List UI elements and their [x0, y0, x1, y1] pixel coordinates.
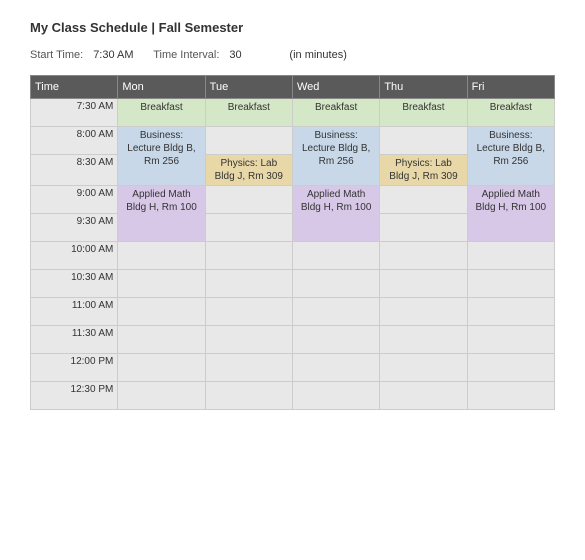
table-cell	[380, 382, 467, 410]
table-row: 7:30 AMBreakfastBreakfastBreakfastBreakf…	[31, 99, 555, 127]
table-cell	[205, 242, 292, 270]
table-cell: Business: Lecture Bldg B, Rm 256	[292, 127, 379, 186]
time-cell: 10:00 AM	[31, 242, 118, 270]
table-cell	[467, 270, 554, 298]
page-title: My Class Schedule | Fall Semester	[30, 20, 555, 35]
time-cell: 11:00 AM	[31, 298, 118, 326]
table-cell	[380, 186, 467, 214]
time-cell: 8:00 AM	[31, 127, 118, 155]
start-time-label: Start Time:	[30, 49, 83, 61]
header-fri: Fri	[467, 76, 554, 99]
time-cell: 12:30 PM	[31, 382, 118, 410]
table-cell	[380, 326, 467, 354]
table-cell	[467, 326, 554, 354]
table-cell	[292, 270, 379, 298]
time-cell: 8:30 AM	[31, 155, 118, 186]
table-cell	[118, 326, 205, 354]
table-row: 12:00 PM	[31, 354, 555, 382]
header-tue: Tue	[205, 76, 292, 99]
table-row: 12:30 PM	[31, 382, 555, 410]
table-cell: Breakfast	[118, 99, 205, 127]
table-cell	[292, 242, 379, 270]
table-cell	[118, 270, 205, 298]
table-cell	[205, 186, 292, 214]
time-cell: 9:00 AM	[31, 186, 118, 214]
table-cell: Breakfast	[467, 99, 554, 127]
table-cell	[380, 298, 467, 326]
table-cell	[205, 270, 292, 298]
table-cell	[118, 298, 205, 326]
table-cell	[205, 214, 292, 242]
table-cell	[292, 326, 379, 354]
schedule-table: Time Mon Tue Wed Thu Fri 7:30 AMBreakfas…	[30, 75, 555, 410]
table-cell	[205, 127, 292, 155]
table-cell: Applied Math Bldg H, Rm 100	[292, 186, 379, 242]
table-cell	[205, 326, 292, 354]
table-cell	[205, 354, 292, 382]
table-cell	[467, 298, 554, 326]
table-cell: Business: Lecture Bldg B, Rm 256	[118, 127, 205, 186]
table-cell	[380, 127, 467, 155]
interval-label: Time Interval:	[153, 49, 219, 61]
table-cell	[205, 382, 292, 410]
time-cell: 10:30 AM	[31, 270, 118, 298]
table-cell	[118, 242, 205, 270]
table-cell	[205, 298, 292, 326]
table-cell	[292, 354, 379, 382]
table-cell: Business: Lecture Bldg B, Rm 256	[467, 127, 554, 186]
table-cell	[380, 214, 467, 242]
table-cell: Breakfast	[380, 99, 467, 127]
table-cell	[292, 298, 379, 326]
table-cell	[380, 354, 467, 382]
interval-value: 30	[229, 49, 279, 61]
table-cell: Physics: Lab Bldg J, Rm 309	[380, 155, 467, 186]
table-row: 8:00 AMBusiness: Lecture Bldg B, Rm 256B…	[31, 127, 555, 155]
header-mon: Mon	[118, 76, 205, 99]
start-time-value: 7:30 AM	[93, 49, 143, 61]
time-cell: 9:30 AM	[31, 214, 118, 242]
table-cell	[467, 382, 554, 410]
table-cell	[467, 242, 554, 270]
table-cell	[292, 382, 379, 410]
header-thu: Thu	[380, 76, 467, 99]
table-row: 11:30 AM	[31, 326, 555, 354]
table-row: 9:00 AMApplied Math Bldg H, Rm 100Applie…	[31, 186, 555, 214]
table-row: 10:30 AM	[31, 270, 555, 298]
table-cell	[467, 354, 554, 382]
interval-unit: (in minutes)	[289, 49, 346, 61]
table-cell: Applied Math Bldg H, Rm 100	[118, 186, 205, 242]
time-cell: 11:30 AM	[31, 326, 118, 354]
table-cell: Physics: Lab Bldg J, Rm 309	[205, 155, 292, 186]
table-cell: Breakfast	[205, 99, 292, 127]
table-cell	[380, 270, 467, 298]
header-time: Time	[31, 76, 118, 99]
time-cell: 12:00 PM	[31, 354, 118, 382]
table-row: 10:00 AM	[31, 242, 555, 270]
table-cell	[118, 354, 205, 382]
header-wed: Wed	[292, 76, 379, 99]
table-cell: Breakfast	[292, 99, 379, 127]
time-cell: 7:30 AM	[31, 99, 118, 127]
table-row: 11:00 AM	[31, 298, 555, 326]
table-header-row: Time Mon Tue Wed Thu Fri	[31, 76, 555, 99]
table-cell	[380, 242, 467, 270]
table-cell	[118, 382, 205, 410]
table-cell: Applied Math Bldg H, Rm 100	[467, 186, 554, 242]
